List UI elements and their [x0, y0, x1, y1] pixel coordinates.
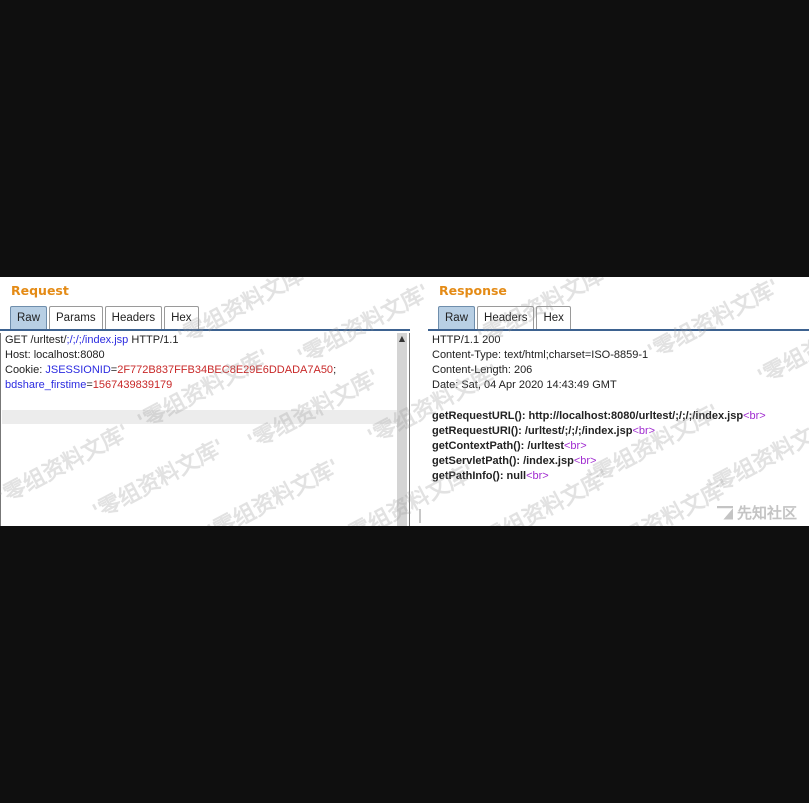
request-line: GET /urltest/;/;/;/index.jsp HTTP/1.1	[5, 334, 178, 346]
body-line-context-path: getContextPath(): /urltest<br>	[432, 440, 587, 452]
tab-headers[interactable]: Headers	[104, 306, 163, 329]
tab-raw[interactable]: Raw	[438, 306, 476, 329]
request-url-text: getRequestURL(): http://localhost:8080/u…	[432, 410, 744, 422]
request-scrollbar[interactable]: ▲	[397, 333, 407, 526]
cookie-continuation: bdshare_firstime=1567439839179	[5, 379, 172, 391]
logo-text: 先知社区	[736, 504, 797, 522]
tab-underline	[428, 329, 809, 331]
br-tag: <br>	[743, 410, 766, 422]
tab-headers[interactable]: Headers	[477, 306, 535, 329]
path-info-text: getPathInfo(): null	[432, 470, 527, 482]
response-viewer[interactable]: HTTP/1.1 200 Content-Type: text/html;cha…	[428, 333, 809, 526]
cookie-key: Cookie:	[5, 364, 46, 376]
context-path-text: getContextPath(): /urltest	[432, 440, 564, 452]
request-tabs: Raw Params Headers Hex	[10, 306, 201, 330]
cookie2-value: 1567439839179	[92, 379, 173, 391]
logo-icon	[716, 505, 733, 520]
tab-raw[interactable]: Raw	[10, 306, 48, 329]
cookie-value: 2F772B837FFB34BEC8E29E6DDADA7A50	[117, 364, 334, 376]
tab-hex[interactable]: Hex	[164, 306, 199, 329]
cookie-sep: ;	[333, 364, 337, 376]
cookie-name: JSESSIONID	[45, 364, 111, 376]
split-divider[interactable]	[410, 277, 428, 526]
br-tag: <br>	[573, 455, 597, 467]
cookie-header: Cookie: JSESSIONID=2F772B837FFB34BEC8E29…	[5, 364, 336, 376]
body-line-request-url: getRequestURL(): http://localhost:8080/u…	[432, 410, 766, 422]
status-line: HTTP/1.1 200	[432, 334, 501, 346]
br-tag: <br>	[564, 440, 587, 452]
servlet-path-text: getServletPath(): /index.jsp	[432, 455, 574, 467]
date-header: Date: Sat, 04 Apr 2020 14:43:49 GMT	[432, 379, 617, 391]
cookie2-name: bdshare_firstime	[5, 379, 87, 391]
br-tag: <br>	[526, 470, 549, 482]
scroll-up-icon[interactable]: ▲	[398, 334, 406, 344]
tab-params[interactable]: Params	[49, 306, 103, 329]
request-title: Request	[11, 283, 69, 298]
host-header: Host: localhost:8080	[5, 349, 105, 361]
request-panel: Request Raw Params Headers Hex GET /urlt…	[0, 277, 410, 526]
request-uri-text: getRequestURI(): /urltest/;/;/;/index.js…	[432, 425, 633, 437]
body-line-servlet-path: getServletPath(): /index.jsp<br>	[432, 455, 596, 467]
body-line-path-info: getPathInfo(): null<br>	[432, 470, 549, 482]
current-line-highlight	[2, 410, 397, 424]
burp-screenshot: Request Raw Params Headers Hex GET /urlt…	[0, 277, 809, 526]
content-type-header: Content-Type: text/html;charset=ISO-8859…	[432, 349, 649, 361]
body-line-request-uri: getRequestURI(): /urltest/;/;/;/index.js…	[432, 425, 655, 437]
request-editor[interactable]: GET /urltest/;/;/;/index.jsp HTTP/1.1 Ho…	[0, 333, 410, 526]
response-panel: Response Raw Headers Hex HTTP/1.1 200 Co…	[428, 277, 809, 526]
request-path-param: ;/;/;/index.jsp	[66, 334, 129, 346]
response-tabs: Raw Headers Hex	[438, 306, 573, 330]
site-logo: 先知社区	[716, 502, 797, 523]
tab-underline	[0, 329, 410, 331]
response-title: Response	[439, 283, 507, 298]
request-protocol: HTTP/1.1	[128, 334, 179, 346]
request-method: GET /urltest/	[5, 334, 67, 346]
content-length-header: Content-Length: 206	[432, 364, 533, 376]
tab-hex[interactable]: Hex	[536, 306, 571, 329]
br-tag: <br>	[632, 425, 656, 437]
split-handle[interactable]	[419, 509, 421, 523]
